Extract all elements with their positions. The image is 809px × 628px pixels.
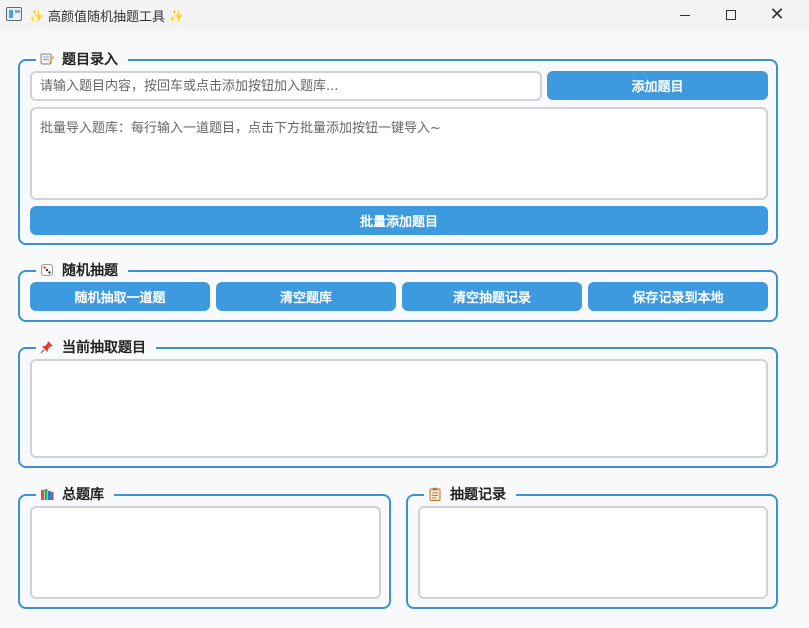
books-icon <box>40 487 54 501</box>
batch-import-textarea[interactable] <box>30 107 768 200</box>
question-bank-list[interactable] <box>30 506 381 599</box>
entry-legend-label: 题目录入 <box>62 52 118 68</box>
entry-group: 题目录入 添加题目 批量添加题目 <box>18 49 778 245</box>
clear-bank-button[interactable]: 清空题库 <box>216 282 396 311</box>
sparkle-icon: ✨ <box>29 8 44 23</box>
app-window: ✨ 高颜值随机抽题工具 ✨ ✕ 题目录入 请输入题目内容，按回车或点击添加按钮加… <box>0 0 809 628</box>
entry-legend: 题目录入 <box>36 49 128 69</box>
clear-records-button[interactable]: 清空抽题记录 <box>402 282 582 311</box>
minimize-button[interactable] <box>662 0 708 30</box>
batch-add-button[interactable]: 批量添加题目 <box>30 206 768 235</box>
app-icon <box>6 7 22 21</box>
close-icon: ✕ <box>769 4 785 25</box>
current-legend: 当前抽取题目 <box>36 337 156 357</box>
pushpin-icon <box>40 340 54 354</box>
bank-legend: 总题库 <box>36 484 114 504</box>
maximize-icon <box>726 10 736 20</box>
draw-legend: 随机抽题 <box>36 260 128 280</box>
question-input[interactable] <box>30 71 542 101</box>
current-group: 当前抽取题目 <box>18 337 778 468</box>
title-bar[interactable]: ✨ 高颜值随机抽题工具 ✨ ✕ <box>0 0 809 30</box>
window-title: 高颜值随机抽题工具 <box>47 10 165 25</box>
draw-one-button[interactable]: 随机抽取一道题 <box>30 282 210 311</box>
bank-group: 总题库 <box>18 484 391 609</box>
add-question-button[interactable]: 添加题目 <box>547 71 768 100</box>
maximize-button[interactable] <box>708 0 754 30</box>
window-title-wrap: ✨ 高颜值随机抽题工具 ✨ <box>29 6 184 26</box>
draw-legend-label: 随机抽题 <box>62 263 118 279</box>
sparkle-icon: ✨ <box>168 8 184 23</box>
memo-icon <box>40 52 54 66</box>
save-local-button[interactable]: 保存记录到本地 <box>588 282 768 311</box>
draw-records-list[interactable] <box>418 506 768 599</box>
current-question-display <box>30 359 768 458</box>
dice-icon <box>40 263 54 277</box>
bank-legend-label: 总题库 <box>62 487 104 503</box>
records-group: 抽题记录 <box>406 484 778 609</box>
records-legend: 抽题记录 <box>424 484 516 504</box>
minimize-icon <box>680 14 690 16</box>
draw-group: 随机抽题 随机抽取一道题 清空题库 清空抽题记录 保存记录到本地 <box>18 260 778 322</box>
current-legend-label: 当前抽取题目 <box>62 340 146 356</box>
clipboard-icon <box>428 487 442 501</box>
close-button[interactable]: ✕ <box>754 0 800 30</box>
records-legend-label: 抽题记录 <box>450 487 506 503</box>
